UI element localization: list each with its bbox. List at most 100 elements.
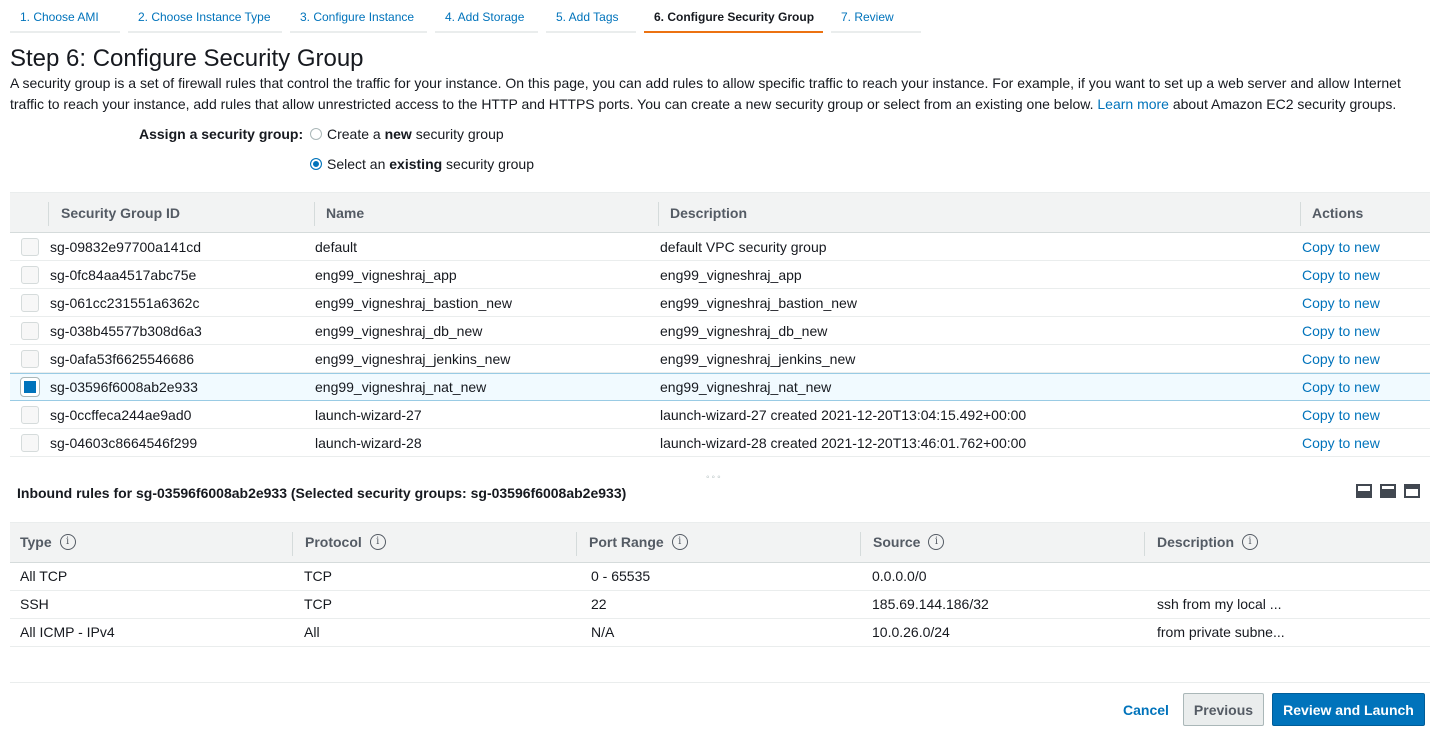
security-group-description: eng99_vigneshraj_db_new (660, 322, 828, 339)
footer-divider (10, 682, 1430, 683)
panel-medium-view-icon[interactable] (1380, 484, 1396, 498)
copy-to-new-link[interactable]: Copy to new (1302, 267, 1380, 283)
tab-add-storage[interactable]: 4. Add Storage (435, 0, 538, 33)
table-row[interactable]: sg-0afa53f6625546686 eng99_vigneshraj_jen… (10, 345, 1430, 373)
inbound-rules-table: Type i Protocol i Port Range i Source i Desc… (10, 522, 1430, 647)
row-checkbox[interactable] (21, 293, 39, 312)
security-group-name: eng99_vigneshraj_jenkins_new (315, 350, 511, 367)
rule-source: 10.0.26.0/24 (872, 624, 950, 640)
rule-protocol: TCP (304, 568, 332, 584)
table-row[interactable]: sg-038b45577b308d6a3 eng99_vigneshraj_db_… (10, 317, 1430, 345)
security-group-description: eng99_vigneshraj_app (660, 266, 802, 283)
security-group-name: eng99_vigneshraj_db_new (315, 322, 483, 339)
security-group-name: eng99_vigneshraj_bastion_new (315, 294, 512, 311)
security-group-description: launch-wizard-28 created 2021-12-20T13:4… (660, 434, 1027, 451)
header-security-group-id[interactable]: Security Group ID (61, 205, 180, 221)
radio-create-new-button[interactable] (310, 128, 322, 140)
row-checkbox[interactable] (21, 237, 39, 256)
rule-description: ssh from my local ... (1157, 596, 1282, 612)
info-icon[interactable]: i (369, 534, 386, 550)
intro-paragraph: A security group is a set of firewall ru… (10, 73, 1430, 115)
tab-add-tags[interactable]: 5. Add Tags (546, 0, 636, 33)
table-row: SSH TCP 22 185.69.144.186/32 ssh from my loc… (10, 591, 1430, 619)
cancel-button[interactable]: Cancel (1123, 702, 1169, 718)
header-description[interactable]: Description (670, 205, 747, 221)
rule-type: SSH (20, 596, 49, 612)
row-checkbox[interactable] (21, 265, 39, 284)
security-groups-table-header: Security Group ID Name Description Actio… (10, 192, 1430, 233)
previous-button[interactable]: Previous (1183, 693, 1264, 726)
copy-to-new-link[interactable]: Copy to new (1302, 435, 1380, 451)
header-protocol: Protocol i (305, 534, 386, 550)
rule-description: from private subne... (1157, 624, 1285, 640)
row-checkbox[interactable] (21, 405, 39, 424)
review-and-launch-button[interactable]: Review and Launch (1272, 693, 1425, 726)
rule-source: 185.69.144.186/32 (872, 596, 989, 612)
tab-configure-instance[interactable]: 3. Configure Instance (290, 0, 427, 33)
table-row[interactable]: sg-03596f6008ab2e933 eng99_vigneshraj_nat… (10, 373, 1430, 401)
radio-select-existing-label: Select an existing security group (327, 156, 534, 172)
security-group-description: default VPC security group (660, 238, 827, 255)
rule-protocol: TCP (304, 596, 332, 612)
radio-select-existing-button[interactable] (310, 158, 322, 170)
security-group-description: launch-wizard-27 created 2021-12-20T13:0… (660, 406, 1027, 423)
security-group-id: sg-09832e97700a141cd (50, 238, 202, 255)
tab-configure-security-group[interactable]: 6. Configure Security Group (644, 0, 823, 33)
row-checkbox[interactable] (20, 377, 40, 397)
copy-to-new-link[interactable]: Copy to new (1302, 379, 1380, 395)
copy-to-new-link[interactable]: Copy to new (1302, 351, 1380, 367)
info-icon[interactable]: i (1242, 534, 1259, 550)
table-row[interactable]: sg-0fc84aa4517abc75e eng99_vigneshraj_app… (10, 261, 1430, 289)
table-row[interactable]: sg-0ccffeca244ae9ad0 launch-wizard-27 laun… (10, 401, 1430, 429)
rule-type: All ICMP - IPv4 (20, 624, 115, 640)
security-group-name: eng99_vigneshraj_app (315, 266, 457, 283)
panel-small-view-icon[interactable] (1356, 484, 1372, 498)
info-icon[interactable]: i (671, 534, 688, 550)
security-group-id: sg-0fc84aa4517abc75e (50, 266, 197, 283)
table-row[interactable]: sg-061cc231551a6362c eng99_vigneshraj_bas… (10, 289, 1430, 317)
security-group-id: sg-03596f6008ab2e933 (50, 379, 198, 395)
radio-select-existing[interactable]: Select an existing security group (310, 156, 534, 172)
rule-type: All TCP (20, 568, 68, 584)
row-checkbox[interactable] (21, 433, 39, 452)
copy-to-new-link[interactable]: Copy to new (1302, 407, 1380, 423)
header-actions: Actions (1312, 204, 1364, 221)
panel-view-toggles (1356, 484, 1420, 498)
radio-create-new-label: Create a new security group (327, 126, 504, 142)
header-name[interactable]: Name (326, 205, 364, 221)
table-row[interactable]: sg-04603c8664546f299 launch-wizard-28 laun… (10, 429, 1430, 457)
security-group-id: sg-061cc231551a6362c (50, 294, 200, 311)
rule-port-range: 0 - 65535 (591, 568, 651, 584)
security-group-description: eng99_vigneshraj_jenkins_new (660, 350, 856, 367)
learn-more-link[interactable]: Learn more (1097, 96, 1169, 112)
security-group-id: sg-0ccffeca244ae9ad0 (50, 406, 192, 423)
copy-to-new-link[interactable]: Copy to new (1302, 295, 1380, 311)
table-row: All ICMP - IPv4 All N/A 10.0.26.0/24 from pr… (10, 619, 1430, 647)
rule-port-range: N/A (591, 624, 615, 640)
copy-to-new-link[interactable]: Copy to new (1302, 323, 1380, 339)
security-groups-table: Security Group ID Name Description Actio… (10, 192, 1430, 457)
header-type: Type i (20, 534, 76, 550)
header-source: Source i (873, 534, 945, 550)
header-description: Description i (1157, 534, 1259, 550)
tab-choose-instance-type[interactable]: 2. Choose Instance Type (128, 0, 282, 33)
security-group-description: eng99_vigneshraj_bastion_new (660, 294, 857, 311)
info-icon[interactable]: i (928, 534, 945, 550)
radio-create-new[interactable]: Create a new security group (310, 126, 504, 142)
info-icon[interactable]: i (59, 534, 76, 550)
security-group-id: sg-04603c8664546f299 (50, 434, 198, 451)
intro-suffix: about Amazon EC2 security groups. (1172, 96, 1397, 112)
header-port-range: Port Range i (589, 534, 688, 550)
security-group-name: eng99_vigneshraj_nat_new (315, 379, 487, 395)
resize-handle[interactable]: ◦◦◦ (706, 472, 723, 483)
tab-review[interactable]: 7. Review (831, 0, 921, 33)
security-group-name: launch-wizard-28 (315, 434, 422, 451)
table-row[interactable]: sg-09832e97700a141cd default default VPC s… (10, 233, 1430, 261)
copy-to-new-link[interactable]: Copy to new (1302, 239, 1380, 255)
tab-choose-ami[interactable]: 1. Choose AMI (10, 0, 120, 33)
rule-source: 0.0.0.0/0 (872, 568, 927, 584)
inbound-rules-header: Type i Protocol i Port Range i Source i Desc… (10, 522, 1430, 563)
row-checkbox[interactable] (21, 321, 39, 340)
panel-maximize-view-icon[interactable] (1404, 484, 1420, 498)
row-checkbox[interactable] (21, 349, 39, 368)
